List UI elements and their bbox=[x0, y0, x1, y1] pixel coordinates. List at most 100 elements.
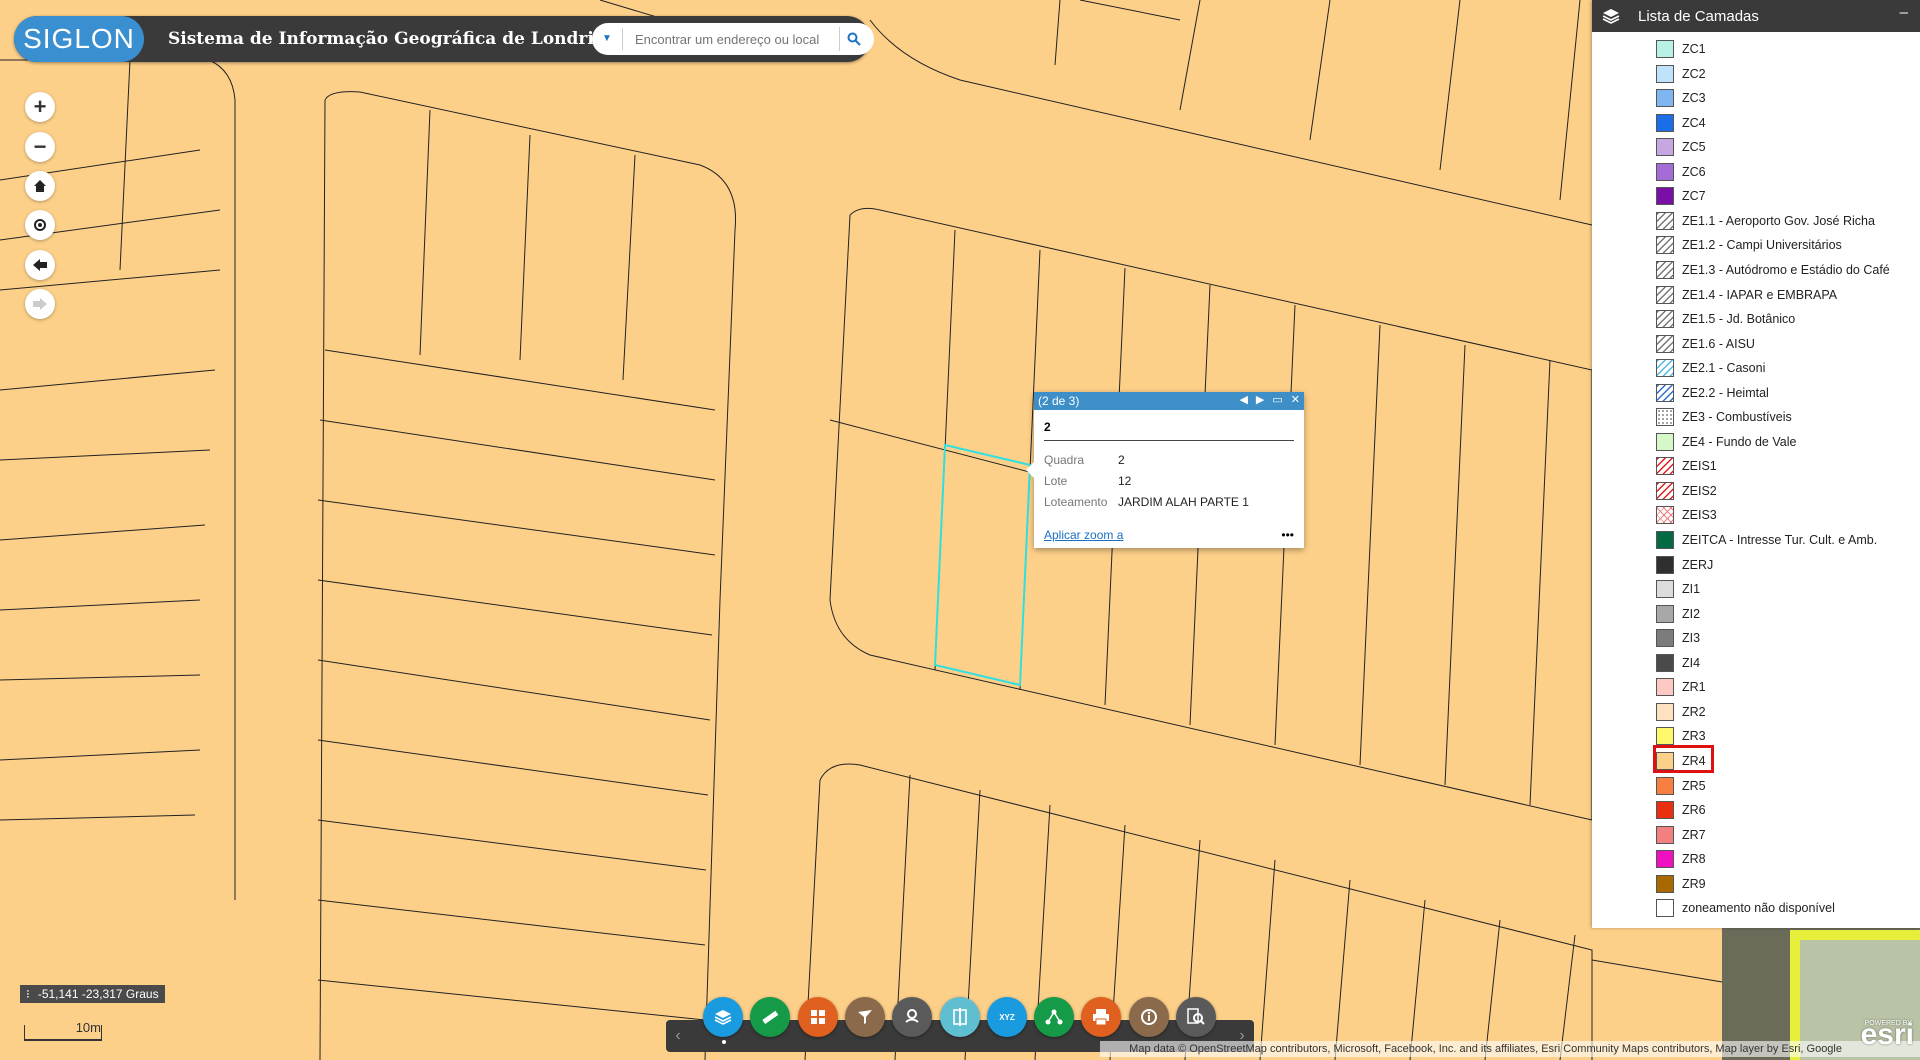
legend-item[interactable]: ZC6 bbox=[1656, 161, 1706, 183]
legend-item[interactable]: ZC7 bbox=[1656, 185, 1706, 207]
toolbar-prev-button[interactable]: ‹ bbox=[666, 1020, 690, 1052]
legend-item[interactable]: ZEIS2 bbox=[1656, 480, 1717, 502]
feature-popup: (2 de 3) ◀ ▶ ▭ ✕ 2 Quadra 2 Lote 12 Loteam… bbox=[1026, 392, 1304, 548]
legend-item[interactable]: ZE1.2 - Campi Universitários bbox=[1656, 234, 1842, 256]
legend-swatch bbox=[1656, 702, 1674, 721]
legend-swatch bbox=[1656, 432, 1674, 451]
legend-label: ZI4 bbox=[1682, 655, 1701, 670]
search-icon[interactable] bbox=[839, 27, 868, 51]
legend-item[interactable]: ZE2.2 - Heimtal bbox=[1656, 382, 1769, 404]
location-icon[interactable] bbox=[892, 997, 933, 1037]
legend-item[interactable]: zoneamento não disponível bbox=[1656, 897, 1835, 919]
legend-label: ZC1 bbox=[1682, 42, 1706, 56]
legend-label: ZR2 bbox=[1682, 704, 1706, 719]
filter-icon[interactable] bbox=[844, 997, 885, 1037]
legend-item[interactable]: ZR7 bbox=[1656, 824, 1706, 846]
legend-label: ZI3 bbox=[1682, 631, 1701, 646]
legend-item[interactable]: ZR1 bbox=[1656, 676, 1706, 698]
layers-icon[interactable] bbox=[703, 997, 743, 1037]
legend-item[interactable]: ZEIS1 bbox=[1656, 455, 1717, 477]
popup-title: 2 bbox=[1044, 420, 1294, 441]
legend-item[interactable]: ZR2 bbox=[1656, 701, 1706, 723]
arrow-right-icon[interactable] bbox=[25, 289, 55, 319]
minimize-button[interactable]: – bbox=[1900, 4, 1908, 21]
next-icon[interactable]: ▶ bbox=[1256, 393, 1264, 406]
legend-label: ZE1.4 - IAPAR e EMBRAPA bbox=[1682, 287, 1838, 302]
swipe-icon[interactable] bbox=[939, 997, 980, 1037]
legend-item[interactable]: ZE1.4 - IAPAR e EMBRAPA bbox=[1656, 284, 1837, 306]
legend-item[interactable]: ZC1 bbox=[1656, 38, 1706, 60]
coordinate-mode-icon[interactable]: ⁝ bbox=[26, 987, 30, 1001]
legend-swatch bbox=[1656, 874, 1674, 893]
attribute-value: 2 bbox=[1118, 452, 1125, 467]
close-icon[interactable]: ✕ bbox=[1291, 393, 1300, 406]
legend-item[interactable]: ZE3 - Combustíveis bbox=[1656, 406, 1792, 428]
legend-item[interactable]: ZE1.1 - Aeroporto Gov. José Richa bbox=[1656, 210, 1875, 232]
legend-item[interactable]: ZE2.1 - Casoni bbox=[1656, 357, 1765, 379]
legend-item[interactable]: ZR5 bbox=[1656, 775, 1706, 797]
legend-item[interactable]: ZEITCA - Intresse Tur. Cult. e Amb. bbox=[1656, 529, 1877, 551]
search-input[interactable] bbox=[633, 30, 827, 48]
popup-counter: (2 de 3) bbox=[1038, 394, 1080, 408]
svg-text:XYZ: XYZ bbox=[999, 1013, 1015, 1022]
maximize-icon[interactable]: ▭ bbox=[1272, 393, 1282, 406]
legend-item[interactable]: ZE4 - Fundo de Vale bbox=[1656, 431, 1796, 453]
legend-item[interactable]: ZR6 bbox=[1656, 799, 1706, 821]
legend-label: ZR5 bbox=[1682, 778, 1706, 793]
previous-icon[interactable]: ◀ bbox=[1239, 393, 1247, 406]
legend-swatch bbox=[1656, 236, 1674, 255]
legend-item[interactable]: ZEIS3 bbox=[1656, 504, 1717, 526]
app-header: SIGLON Sistema de Informação Geográfica … bbox=[14, 16, 874, 62]
legend-swatch bbox=[1656, 334, 1674, 353]
legend-item[interactable]: ZC5 bbox=[1656, 136, 1706, 158]
chevron-down-icon[interactable]: ▼ bbox=[592, 28, 623, 50]
coordinate-xyz-icon[interactable]: XYZ bbox=[986, 997, 1027, 1037]
share-icon[interactable] bbox=[1034, 997, 1075, 1037]
query-icon[interactable] bbox=[1176, 997, 1216, 1037]
locate-icon[interactable] bbox=[25, 210, 55, 240]
legend-swatch bbox=[1656, 555, 1674, 574]
legend-item[interactable]: ZI3 bbox=[1656, 627, 1700, 649]
legend-label: zoneamento não disponível bbox=[1682, 901, 1835, 916]
info-icon[interactable] bbox=[1128, 997, 1169, 1037]
legend-item[interactable]: ZERJ bbox=[1656, 554, 1713, 576]
zoom-out-button[interactable]: − bbox=[25, 132, 55, 162]
esri-logo[interactable]: POWERED BY esri bbox=[1861, 1018, 1914, 1052]
legend-swatch bbox=[1656, 531, 1674, 549]
legend-item[interactable]: ZC4 bbox=[1656, 112, 1706, 134]
legend-swatch bbox=[1656, 162, 1674, 181]
app-logo[interactable]: SIGLON bbox=[14, 16, 144, 62]
attribute-value: JARDIM ALAH PARTE 1 bbox=[1118, 494, 1249, 509]
legend-label: ZE2.1 - Casoni bbox=[1682, 361, 1766, 376]
legend-item[interactable]: ZE1.3 - Autódromo e Estádio do Café bbox=[1656, 259, 1890, 281]
arrow-left-icon[interactable] bbox=[25, 250, 55, 280]
layers-icon bbox=[1602, 8, 1624, 24]
home-icon[interactable] bbox=[25, 171, 55, 201]
legend-item[interactable]: ZI1 bbox=[1656, 578, 1700, 600]
zoom-in-button[interactable]: + bbox=[25, 92, 55, 122]
legend-label: ZE1.2 - Campi Universitários bbox=[1682, 238, 1842, 253]
legend-label: ZERJ bbox=[1682, 557, 1714, 572]
legend-label: ZC2 bbox=[1682, 66, 1706, 81]
more-options-button[interactable]: ••• bbox=[1281, 528, 1294, 542]
legend-item[interactable]: ZI4 bbox=[1656, 652, 1700, 674]
legend-swatch bbox=[1656, 825, 1674, 844]
legend-label: ZEIS1 bbox=[1682, 459, 1717, 474]
zoom-to-link[interactable]: Aplicar zoom a bbox=[1044, 528, 1123, 542]
legend-swatch bbox=[1656, 580, 1674, 599]
legend-item[interactable]: ZC3 bbox=[1656, 87, 1706, 109]
legend-item[interactable]: ZE1.6 - AISU bbox=[1656, 333, 1755, 355]
legend-swatch bbox=[1656, 481, 1674, 500]
legend-item[interactable]: ZE1.5 - Jd. Botânico bbox=[1656, 308, 1795, 330]
app-title: Sistema de Informação Geográfica de Lond… bbox=[168, 29, 618, 49]
legend-swatch bbox=[1656, 408, 1674, 427]
legend-label: ZR1 bbox=[1682, 680, 1706, 695]
legend-label: ZR6 bbox=[1682, 803, 1706, 818]
legend-item[interactable]: ZI2 bbox=[1656, 603, 1700, 625]
legend-item[interactable]: ZR8 bbox=[1656, 848, 1706, 870]
legend-swatch bbox=[1656, 113, 1674, 132]
basemap-gallery-icon[interactable] bbox=[797, 997, 838, 1037]
coordinate-readout: ⁝ -51,141 -23,317 Graus bbox=[20, 985, 165, 1003]
legend-item[interactable]: ZC2 bbox=[1656, 63, 1706, 85]
legend-item[interactable]: ZR9 bbox=[1656, 873, 1706, 895]
